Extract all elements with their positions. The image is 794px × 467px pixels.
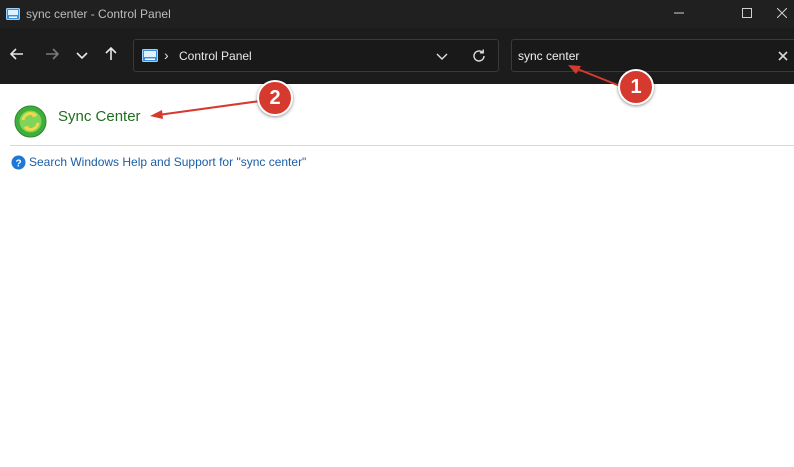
forward-button[interactable] [40, 44, 64, 68]
title-bar: sync center - Control Panel [0, 0, 794, 28]
window-title: sync center - Control Panel [26, 7, 171, 21]
svg-text:?: ? [15, 158, 21, 169]
back-arrow-icon [9, 47, 24, 66]
recent-locations-chevron-icon [76, 47, 88, 65]
sync-center-icon[interactable] [14, 105, 47, 138]
minimize-icon [674, 5, 684, 23]
results-divider [10, 145, 794, 146]
address-bar[interactable]: › Control Panel [133, 39, 499, 72]
breadcrumb-control-panel[interactable]: Control Panel [179, 49, 252, 63]
annotation-arrow-2 [150, 100, 261, 119]
close-button[interactable] [770, 0, 794, 28]
search-box[interactable]: sync center [511, 39, 794, 72]
sync-center-link[interactable]: Sync Center [58, 108, 141, 125]
annotation-badge-1: 1 [618, 69, 654, 105]
clear-x-icon[interactable] [776, 49, 790, 63]
breadcrumb-separator: › [164, 47, 169, 63]
up-arrow-icon [104, 46, 118, 66]
minimize-button[interactable] [656, 0, 702, 28]
help-support-link[interactable]: Search Windows Help and Support for "syn… [29, 155, 306, 169]
help-question-icon: ? [11, 155, 26, 170]
search-input[interactable]: sync center [518, 49, 579, 63]
control-panel-icon [142, 49, 158, 62]
recent-locations-button[interactable] [70, 44, 94, 68]
refresh-icon[interactable] [471, 48, 487, 64]
up-button[interactable] [99, 44, 123, 68]
control-panel-icon [6, 7, 20, 20]
annotation-badge-2: 2 [257, 80, 293, 116]
close-icon [776, 5, 788, 23]
dropdown-chevron-icon[interactable] [434, 49, 450, 63]
forward-arrow-icon [45, 47, 60, 66]
maximize-icon [742, 5, 752, 23]
maximize-button[interactable] [724, 0, 770, 28]
back-button[interactable] [5, 44, 29, 68]
navigation-bar: › Control Panel sync center [0, 28, 794, 84]
